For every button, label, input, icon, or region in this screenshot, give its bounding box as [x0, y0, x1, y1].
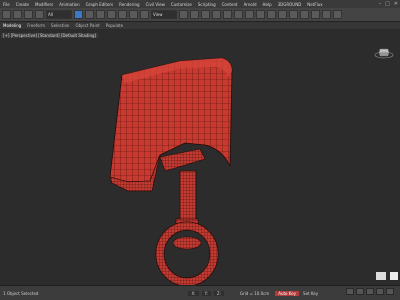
viewport-maximize-toggle[interactable] [390, 272, 398, 280]
redo-button[interactable] [13, 10, 22, 19]
z-coordinate-field[interactable]: Z: [213, 290, 224, 296]
go-to-start-button[interactable] [346, 288, 354, 295]
material-editor-button[interactable] [300, 10, 309, 19]
menu-item-rendering[interactable]: Rendering [116, 2, 142, 7]
render-frame-button[interactable] [322, 10, 331, 19]
coordinate-fields: X: Y: Z: [188, 290, 224, 296]
menu-item-netflux[interactable]: NetFlux [304, 2, 325, 7]
undo-button[interactable] [2, 10, 11, 19]
angle-snap-button[interactable] [201, 10, 210, 19]
menu-item-create[interactable]: Create [13, 2, 32, 7]
snap-button[interactable] [190, 10, 199, 19]
reference-coord-dropdown[interactable]: View [151, 10, 177, 19]
move-button[interactable] [118, 10, 127, 19]
auto-key-button[interactable]: Auto Key [275, 290, 300, 296]
selection-filter-dropdown[interactable]: All [46, 10, 72, 19]
play-button[interactable] [366, 288, 374, 295]
main-toolbar: All View [0, 8, 400, 22]
ring-mesh [155, 221, 219, 285]
percent-snap-button[interactable] [212, 10, 221, 19]
y-coordinate-field[interactable]: Y: [201, 290, 211, 296]
menu-item-file[interactable]: File [0, 2, 13, 7]
named-selection-button[interactable] [234, 10, 243, 19]
playback-controls [346, 288, 394, 295]
viewcube-icon[interactable] [374, 46, 394, 60]
schematic-button[interactable] [289, 10, 298, 19]
curve-editor-button[interactable] [278, 10, 287, 19]
status-bar: 1 Object Selected X: Y: Z: Grid = 10.0cm… [0, 285, 400, 300]
tab-modeling[interactable]: Modeling [3, 23, 21, 28]
menu-item-help[interactable]: Help [260, 2, 275, 7]
window-crossing-button[interactable] [107, 10, 116, 19]
scale-button[interactable] [140, 10, 149, 19]
grid-size-readout: Grid = 10.0cm [239, 290, 270, 296]
tab-selection[interactable]: Selection [51, 23, 69, 28]
menu-item-content[interactable]: Content [219, 2, 241, 7]
align-button[interactable] [256, 10, 265, 19]
tab-object-paint[interactable]: Object Paint [75, 23, 99, 28]
render-setup-button[interactable] [311, 10, 320, 19]
menu-item-civil-view[interactable]: Civil View [143, 2, 168, 7]
select-object-button[interactable] [74, 10, 83, 19]
next-frame-button[interactable] [376, 288, 384, 295]
menu-item-scripting[interactable]: Scripting [195, 2, 219, 7]
minimize-icon[interactable]: – [379, 1, 382, 7]
maximize-icon[interactable]: □ [385, 1, 390, 7]
perspective-viewport[interactable]: [+] [Perspective] [Standard] [Default Sh… [0, 31, 400, 285]
unlink-button[interactable] [35, 10, 44, 19]
menu-item-graph-editors[interactable]: Graph Editors [83, 2, 116, 7]
viewport-scroll-handle[interactable] [376, 272, 386, 280]
mirror-button[interactable] [245, 10, 254, 19]
x-coordinate-field[interactable]: X: [188, 290, 199, 296]
set-key-button[interactable]: Set Key [303, 291, 318, 296]
menu-bar: File Create Modifiers Animation Graph Ed… [0, 0, 400, 8]
render-button[interactable] [333, 10, 342, 19]
link-button[interactable] [24, 10, 33, 19]
selection-status: 1 Object Selected [3, 290, 39, 296]
layer-button[interactable] [267, 10, 276, 19]
model-wireframe [109, 57, 233, 285]
menu-item-3dground[interactable]: 3DGROUND [275, 2, 305, 7]
close-icon[interactable]: ✕ [394, 1, 398, 7]
window-controls: – □ ✕ [379, 0, 398, 8]
go-to-end-button[interactable] [386, 288, 394, 295]
select-by-name-button[interactable] [85, 10, 94, 19]
pivot-button[interactable] [179, 10, 188, 19]
connector-mesh [159, 148, 206, 228]
tab-freeform[interactable]: Freeform [27, 23, 45, 28]
menu-item-arnold[interactable]: Arnold [241, 2, 260, 7]
spinner-snap-button[interactable] [223, 10, 232, 19]
tab-populate[interactable]: Populate [106, 23, 123, 28]
previous-frame-button[interactable] [356, 288, 364, 295]
region-select-button[interactable] [96, 10, 105, 19]
pouch-body-mesh [109, 57, 233, 192]
rotate-button[interactable] [129, 10, 138, 19]
menu-item-customize[interactable]: Customize [168, 2, 195, 7]
menu-item-animation[interactable]: Animation [56, 2, 82, 7]
menu-item-modifiers[interactable]: Modifiers [32, 2, 56, 7]
ribbon-tabs: Modeling Freeform Selection Object Paint… [0, 22, 400, 29]
